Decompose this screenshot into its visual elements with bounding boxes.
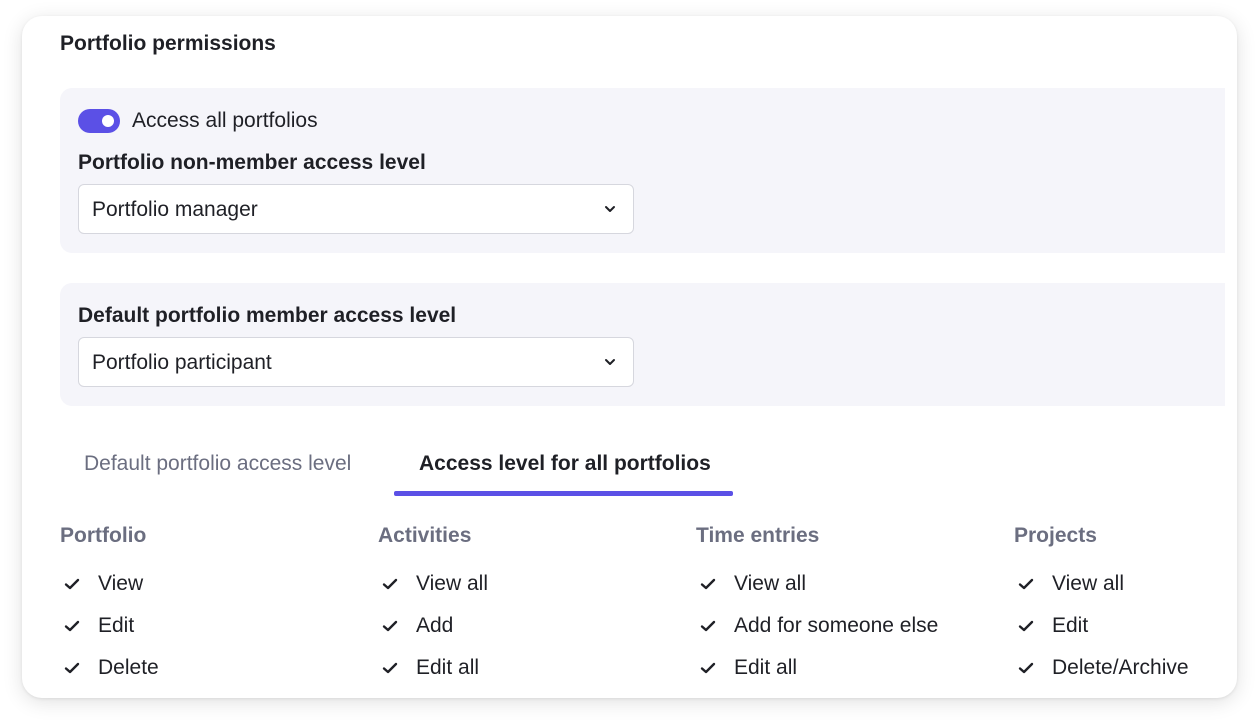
permission-item: Delete [60,655,159,681]
non-member-access-label: Portfolio non-member access level [78,151,426,174]
checkmark-icon [700,662,716,674]
permissions-card: Portfolio permissions Access all portfol… [22,16,1237,698]
select-value: Portfolio participant [92,351,272,374]
checkmark-icon [1018,620,1034,632]
permission-label: Edit [98,614,135,637]
permissions-column-projects: Projects View all Edit Delete/Archive [1014,524,1237,679]
member-access-label: Default portfolio member access level [78,304,457,327]
permission-label: Delete/Archive [1052,656,1189,679]
member-access-select[interactable]: Portfolio participant [78,337,634,387]
permission-label: View all [416,572,488,595]
page-title: Portfolio permissions [60,32,276,55]
permission-label: Add for someone else [734,614,939,637]
permission-item: View all [1014,571,1124,597]
permission-label: Delete [98,656,159,679]
permissions-column-portfolio: Portfolio View Edit Delete [60,524,360,679]
permission-label: Edit [1052,614,1089,637]
checkmark-icon [1018,662,1034,674]
permission-item: Add for someone else [696,613,938,639]
permission-item: Edit [60,613,134,639]
checkmark-icon [64,578,80,590]
permission-item: View all [696,571,806,597]
permission-label: Add [416,614,454,637]
tab-default-portfolio-access[interactable]: Default portfolio access level [84,452,351,476]
access-all-label: Access all portfolios [132,109,318,132]
column-title: Time entries [696,524,820,547]
permission-item: View [60,571,143,597]
active-tab-indicator [394,491,733,496]
access-all-row: Access all portfolios [78,108,318,134]
chevron-down-icon [605,359,615,365]
checkmark-icon [382,662,398,674]
checkmark-icon [700,578,716,590]
permission-item: Delete/Archive [1014,655,1189,681]
member-default-panel: Default portfolio member access level Po… [60,283,1225,406]
permission-item: Edit all [696,655,797,681]
permission-item: Edit [1014,613,1088,639]
toggle-knob [102,115,114,127]
permission-label: Edit all [416,656,480,679]
chevron-down-icon [605,206,615,212]
non-member-panel: Access all portfolios Portfolio non-memb… [60,88,1225,253]
column-title: Portfolio [60,524,147,547]
permission-item: Edit all [378,655,479,681]
permission-item: Add [378,613,453,639]
permission-label: View [98,572,144,595]
permission-label: View all [1052,572,1124,595]
permission-item: View all [378,571,488,597]
column-title: Projects [1014,524,1097,547]
access-level-tabs: Default portfolio access level Access le… [60,436,1225,496]
checkmark-icon [64,662,80,674]
tab-access-all-portfolios[interactable]: Access level for all portfolios [419,452,711,476]
checkmark-icon [64,620,80,632]
checkmark-icon [1018,578,1034,590]
access-all-toggle[interactable] [78,109,120,133]
permission-label: View all [734,572,806,595]
column-title: Activities [378,524,472,547]
permission-label: Edit all [734,656,798,679]
checkmark-icon [382,578,398,590]
select-value: Portfolio manager [92,198,258,221]
checkmark-icon [382,620,398,632]
checkmark-icon [700,620,716,632]
permissions-column-time-entries: Time entries View all Add for someone el… [696,524,996,679]
non-member-access-select[interactable]: Portfolio manager [78,184,634,234]
permissions-column-activities: Activities View all Add Edit all [378,524,678,679]
